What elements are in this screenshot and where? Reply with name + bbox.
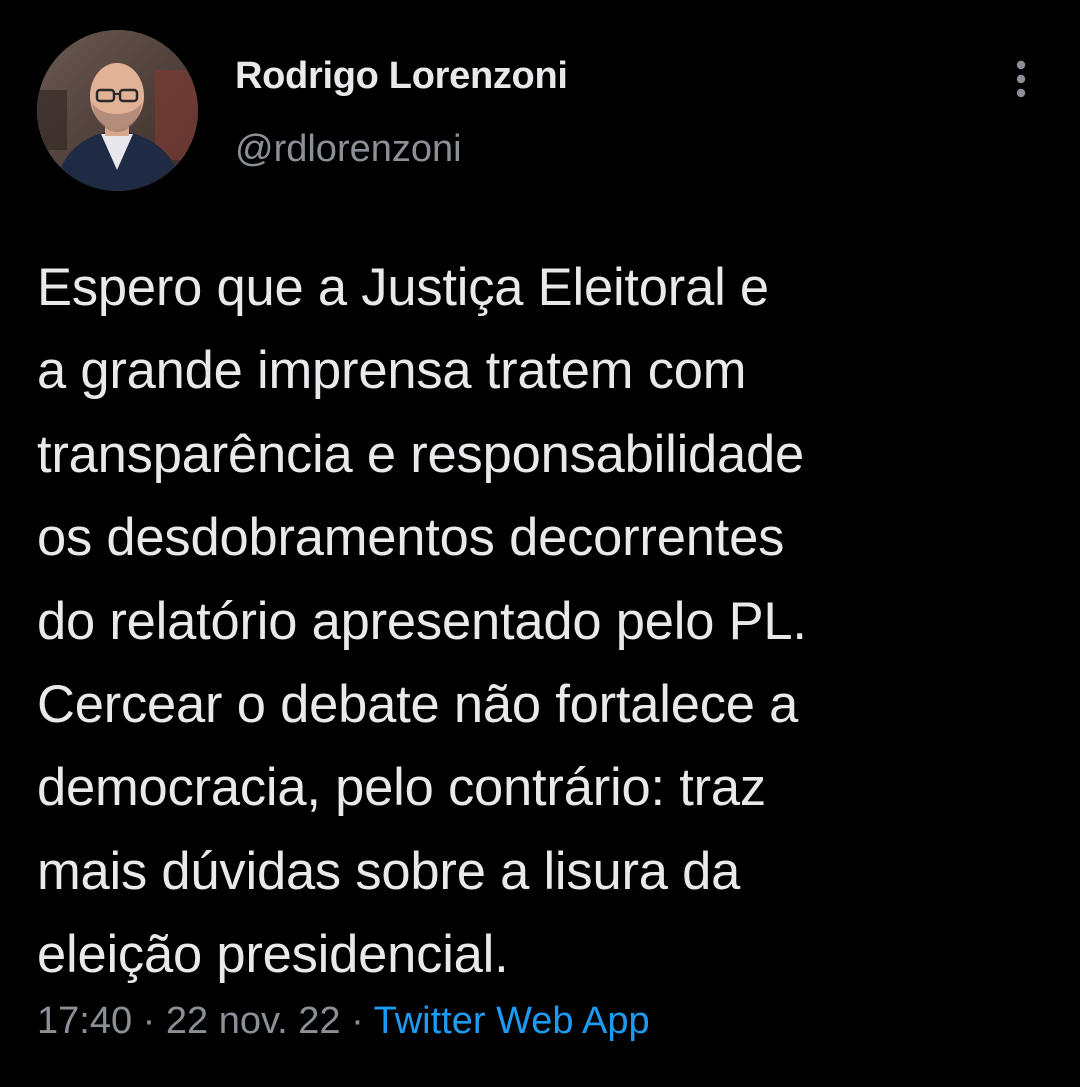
tweet-text-line: Cercear o debate não fortalece a (37, 675, 799, 735)
tweet-text-line: democracia, pelo contrário: traz (37, 758, 766, 818)
tweet-time[interactable]: 17:40 (37, 1000, 132, 1042)
tweet-text-line: a grande imprensa tratem com (37, 341, 747, 401)
avatar[interactable] (37, 30, 198, 191)
tweet-text-line: do relatório apresentado pelo PL. (37, 591, 807, 651)
tweet-text-line: os desdobramentos decorrentes (37, 508, 785, 568)
author-display-name[interactable]: Rodrigo Lorenzoni (235, 55, 568, 98)
tweet-text: Espero que a Justiça Eleitoral e a grand… (37, 246, 1047, 997)
more-vertical-icon (1016, 60, 1026, 98)
tweet-text-line: transparência e responsabilidade (37, 424, 805, 484)
meta-separator: · (142, 1000, 156, 1042)
avatar-image (37, 30, 198, 191)
tweet-text-line: eleição presidencial. (37, 925, 509, 985)
tweet-card: Rodrigo Lorenzoni @rdlorenzoni Espero qu… (0, 0, 1080, 1087)
tweet-meta: 17:40 · 22 nov. 22 · Twitter Web App (37, 1000, 650, 1043)
author-handle[interactable]: @rdlorenzoni (235, 128, 462, 171)
tweet-text-line: mais dúvidas sobre a lisura da (37, 841, 741, 901)
tweet-date[interactable]: 22 nov. 22 (166, 1000, 341, 1042)
tweet-text-line: Espero que a Justiça Eleitoral e (37, 258, 769, 317)
tweet-source-link[interactable]: Twitter Web App (374, 1000, 650, 1042)
more-options-button[interactable] (1000, 55, 1042, 103)
meta-separator: · (351, 1000, 364, 1042)
